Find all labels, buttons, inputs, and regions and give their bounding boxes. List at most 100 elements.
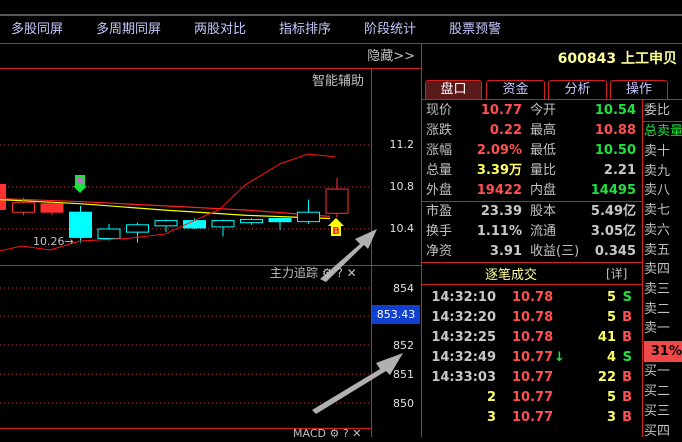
quote-row: 现价 10.77 今开 10.54 bbox=[426, 101, 642, 121]
buy-level-label: 买四 bbox=[644, 424, 671, 439]
candle-partial bbox=[0, 184, 6, 210]
trade-side: B bbox=[622, 310, 632, 325]
fund-value: 23.39 bbox=[480, 204, 522, 219]
trades-detail-link[interactable]: [详] bbox=[606, 265, 627, 282]
trade-row: 14:32:25 10.78 41 B bbox=[426, 328, 638, 348]
sell-signal-label: S bbox=[76, 176, 83, 187]
menu-multi-period[interactable]: 多周期同屏 bbox=[96, 16, 161, 43]
trade-time: 14:32:25 bbox=[431, 330, 496, 345]
buy-signal-arrow-icon bbox=[328, 218, 344, 226]
close-icon[interactable]: ✕ bbox=[352, 427, 361, 440]
menu-indicator-sort[interactable]: 指标排序 bbox=[279, 16, 331, 43]
sub-indicator-label[interactable]: 主力追踪 bbox=[270, 266, 318, 280]
quote-label: 内盘 bbox=[530, 183, 557, 198]
quote-label: 最低 bbox=[530, 143, 557, 158]
fundamental-row: 市盈 23.39 股本 5.49亿 bbox=[426, 202, 642, 222]
trade-side: B bbox=[622, 330, 632, 345]
menu-alert[interactable]: 股票预警 bbox=[449, 16, 501, 43]
trade-volume: 5 bbox=[606, 290, 616, 305]
candle-body bbox=[97, 228, 121, 239]
candle-body bbox=[297, 211, 320, 223]
divider bbox=[422, 262, 642, 263]
trade-volume: 4 bbox=[606, 350, 616, 365]
sell-level-label: 卖六 bbox=[644, 222, 671, 238]
trade-side: B bbox=[622, 370, 632, 385]
fund-value: 0.345 bbox=[594, 244, 636, 259]
buy-level-label: 买一 bbox=[644, 364, 671, 379]
candle-body bbox=[126, 224, 149, 233]
quote-row: 涨跌 0.22 最高 10.88 bbox=[426, 121, 642, 141]
trade-time: 14:33:03 bbox=[431, 370, 496, 385]
sell-signal-arrow-icon bbox=[73, 186, 87, 193]
quote-value: 10.88 bbox=[594, 123, 636, 138]
tab-pankou[interactable]: 盘口 bbox=[425, 80, 482, 99]
fundamental-row: 净资 3.91 收益(三) 0.345 bbox=[426, 242, 642, 262]
sub-tick: 850 bbox=[393, 397, 414, 410]
kline-chart[interactable]: SB bbox=[0, 69, 421, 437]
trade-time: 14:32:49 bbox=[431, 350, 496, 365]
quote-value: 2.09% bbox=[476, 143, 522, 158]
quote-label: 现价 bbox=[426, 103, 453, 118]
fund-label: 收益(三) bbox=[530, 244, 580, 259]
trades-title: 逐笔成交 bbox=[485, 268, 538, 283]
fund-label: 市盈 bbox=[426, 204, 453, 219]
quote-label: 今开 bbox=[530, 103, 557, 118]
menu-compare[interactable]: 两股对比 bbox=[194, 16, 246, 43]
trade-time: 14:32:10 bbox=[431, 290, 496, 305]
gear-icon[interactable]: ⚙ bbox=[329, 427, 339, 440]
sell-level-label: 卖一 bbox=[644, 321, 671, 337]
divider bbox=[422, 99, 682, 100]
candle-body bbox=[268, 218, 292, 223]
fund-value: 5.49亿 bbox=[590, 204, 636, 219]
sell-level-label: 卖五 bbox=[644, 242, 671, 258]
buy-level-label: 买二 bbox=[644, 384, 671, 399]
gear-icon[interactable]: ⚙ bbox=[322, 266, 333, 280]
quote-value: 19422 bbox=[476, 183, 522, 198]
trade-side: S bbox=[622, 290, 632, 305]
trade-price: 10.77 bbox=[512, 390, 554, 405]
price-tick: 10.4 bbox=[389, 222, 415, 235]
macd-label[interactable]: MACD bbox=[293, 427, 326, 440]
tab-analysis[interactable]: 分析 bbox=[548, 80, 607, 99]
sell-level-label: 卖十 bbox=[644, 144, 671, 159]
quote-value: 10.50 bbox=[594, 143, 636, 158]
fund-label: 净资 bbox=[426, 244, 453, 259]
down-arrow-icon: ↓ bbox=[554, 350, 565, 365]
trade-price: 10.78 bbox=[512, 330, 554, 345]
ratio-badge: 31% bbox=[644, 341, 682, 362]
low-marker: 10.26→ bbox=[33, 235, 74, 248]
sell-level-label: 卖八 bbox=[644, 183, 671, 199]
trade-price: 10.77 bbox=[512, 350, 554, 365]
trade-volume: 3 bbox=[606, 410, 616, 425]
fund-label: 流通 bbox=[530, 224, 557, 239]
close-icon[interactable]: ✕ bbox=[347, 266, 357, 280]
quote-value: 10.54 bbox=[594, 103, 636, 118]
help-icon[interactable]: ? bbox=[343, 427, 349, 440]
quote-value: 10.77 bbox=[480, 103, 522, 118]
help-icon[interactable]: ? bbox=[336, 266, 342, 280]
candle-body bbox=[154, 220, 178, 227]
fund-label: 股本 bbox=[530, 204, 557, 219]
quote-row: 外盘 19422 内盘 14495 bbox=[426, 181, 642, 201]
menu-multi-stock[interactable]: 多股同屏 bbox=[11, 16, 63, 43]
trade-time: 2 bbox=[486, 390, 496, 405]
candle-body bbox=[12, 202, 35, 213]
quote-label: 外盘 bbox=[426, 183, 453, 198]
tab-funds[interactable]: 资金 bbox=[486, 80, 545, 99]
quote-row: 涨幅 2.09% 最低 10.50 bbox=[426, 141, 642, 161]
trade-volume: 5 bbox=[606, 310, 616, 325]
hide-button[interactable]: 隐藏>> bbox=[0, 45, 421, 69]
trade-price: 10.78 bbox=[512, 290, 554, 305]
menu-stage-stats[interactable]: 阶段统计 bbox=[364, 16, 416, 43]
buy-signal-label: B bbox=[332, 226, 340, 237]
trade-price: 10.77 bbox=[512, 370, 554, 385]
candle-body bbox=[69, 211, 92, 238]
menu-bar: 多股同屏 多周期同屏 两股对比 指标排序 阶段统计 股票预警 bbox=[0, 16, 682, 44]
trade-volume: 5 bbox=[606, 390, 616, 405]
sell-level-label: 卖三 bbox=[644, 281, 671, 297]
quote-value: 2.21 bbox=[603, 163, 636, 178]
tab-operate[interactable]: 操作 bbox=[610, 80, 668, 99]
candle-body bbox=[211, 220, 235, 228]
divider bbox=[642, 100, 643, 437]
trade-volume: 22 bbox=[597, 370, 616, 385]
